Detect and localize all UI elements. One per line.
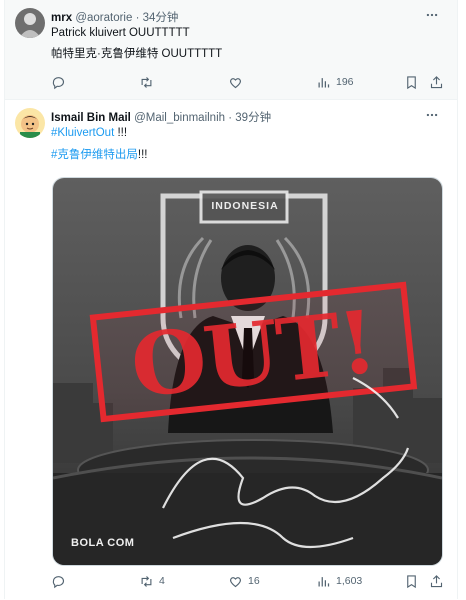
tweet-2[interactable]: Ismail Bin Mail @Mail_binmailnih · 39分钟 … — [5, 100, 457, 599]
hashtag-link[interactable]: #克鲁伊维特出局 — [51, 149, 138, 161]
more-icon[interactable] — [424, 7, 440, 23]
tweet-text-line-1: Patrick kluivert OUUTTTTT — [51, 27, 190, 39]
bookmark-icon — [407, 75, 416, 89]
tweet-text-line-1: #KluivertOut !!! — [51, 127, 127, 139]
display-name[interactable]: mrx — [51, 12, 72, 24]
like-icon — [230, 77, 241, 88]
hashtag-suffix: !!! — [137, 149, 148, 161]
share-icon — [430, 75, 443, 88]
more-icon[interactable] — [424, 107, 440, 123]
views-count: 196 — [336, 76, 354, 88]
views-button[interactable]: 196 — [316, 73, 354, 91]
retweet-icon — [141, 76, 152, 88]
reply-button[interactable] — [51, 572, 71, 590]
reply-icon — [52, 575, 65, 588]
share-icon — [430, 574, 443, 587]
tweet-1[interactable]: mrx @aoratorie · 34分钟 Patrick kluivert O… — [5, 0, 457, 100]
retweet-icon — [141, 575, 152, 587]
watermark: BOLA COM — [71, 537, 135, 549]
reply-button[interactable] — [51, 73, 71, 91]
retweet-button[interactable] — [139, 73, 159, 91]
bookmark-icon — [407, 574, 416, 588]
timeline: mrx @aoratorie · 34分钟 Patrick kluivert O… — [4, 0, 458, 599]
retweet-button[interactable]: 4 — [139, 572, 165, 590]
crest-label: INDONESIA — [211, 200, 279, 212]
action-bar: 196 — [51, 73, 444, 91]
bookmark-button[interactable] — [404, 73, 419, 91]
like-icon — [230, 576, 241, 587]
hashtag-link[interactable]: #KluivertOut — [51, 127, 114, 139]
handle[interactable]: @aoratorie — [75, 12, 132, 24]
like-button[interactable] — [228, 73, 248, 91]
views-count: 1,603 — [336, 575, 363, 587]
tweet-image[interactable]: INDONESIA OUT! BOLA COM — [52, 177, 443, 566]
share-button[interactable] — [429, 73, 444, 91]
tweet-text-line-2: #克鲁伊维特出局!!! — [51, 146, 148, 162]
views-button[interactable]: 1,603 — [316, 572, 362, 590]
tweet-text-line-2: 帕特里克·克鲁伊维特 OUUTTTTT — [51, 48, 223, 60]
timestamp[interactable]: 34分钟 — [143, 12, 179, 24]
views-icon — [318, 576, 330, 586]
avatar[interactable] — [15, 8, 45, 38]
views-icon — [318, 77, 330, 87]
like-count: 16 — [248, 575, 260, 587]
retweet-count: 4 — [159, 575, 165, 587]
display-name[interactable]: Ismail Bin Mail — [51, 112, 131, 124]
bookmark-button[interactable] — [404, 572, 419, 590]
action-bar: 4 16 1,603 — [51, 572, 444, 590]
reply-icon — [52, 76, 65, 89]
timestamp[interactable]: 39分钟 — [235, 112, 271, 124]
tweet-header: Ismail Bin Mail @Mail_binmailnih · 39分钟 — [51, 112, 272, 124]
avatar[interactable] — [15, 108, 45, 138]
handle[interactable]: @Mail_binmailnih — [134, 112, 225, 124]
share-button[interactable] — [429, 572, 444, 590]
like-button[interactable]: 16 — [228, 572, 260, 590]
tweet-header: mrx @aoratorie · 34分钟 — [51, 12, 179, 24]
hashtag-suffix: !!! — [117, 127, 128, 139]
